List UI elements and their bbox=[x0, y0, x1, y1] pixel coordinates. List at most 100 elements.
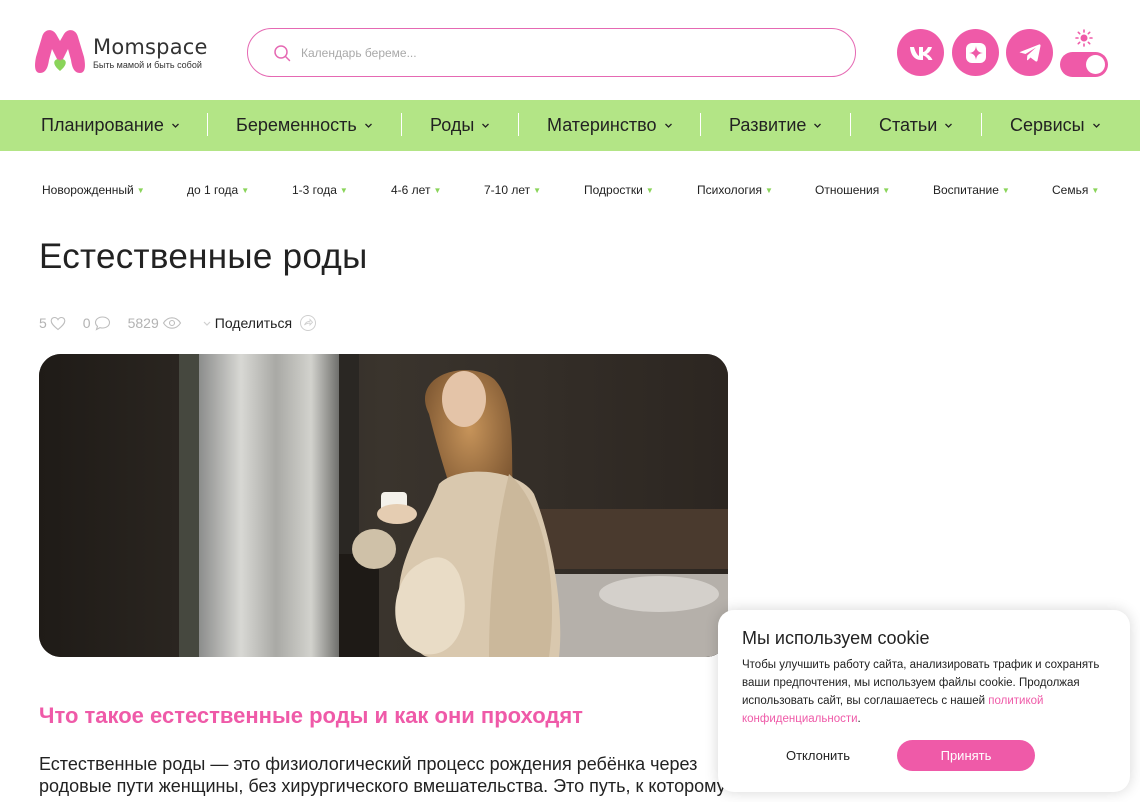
subnav-item-label: Подростки bbox=[584, 183, 643, 197]
comments-counter[interactable]: 0 bbox=[83, 315, 111, 331]
share-label: Поделиться bbox=[214, 315, 293, 331]
logo[interactable]: Momspace Быть мамой и быть собой bbox=[34, 27, 208, 77]
nav-item-planning[interactable]: Планирование bbox=[41, 100, 180, 151]
chevron-down-icon: ▼ bbox=[1001, 185, 1010, 195]
subnav-item-family[interactable]: Семья ▼ bbox=[1052, 183, 1099, 197]
logo-mark-icon bbox=[35, 30, 85, 73]
subnav-item-label: 4-6 лет bbox=[391, 183, 431, 197]
comment-icon bbox=[94, 316, 110, 331]
nav-divider bbox=[850, 113, 851, 136]
chevron-down-icon: ▼ bbox=[533, 185, 542, 195]
subnav-item-1-3-years[interactable]: 1-3 года ▼ bbox=[292, 183, 348, 197]
nav-item-label: Статьи bbox=[879, 115, 938, 135]
chevron-down-icon bbox=[171, 123, 179, 128]
nav-item-articles[interactable]: Статьи bbox=[879, 100, 953, 151]
theme-toggle-knob bbox=[1086, 55, 1105, 74]
vk-icon bbox=[909, 46, 932, 60]
comments-count: 0 bbox=[82, 315, 91, 331]
article-subtitle: Что такое естественные роды и как они пр… bbox=[39, 703, 583, 728]
accept-button[interactable]: Принять bbox=[897, 740, 1035, 771]
vk-button[interactable] bbox=[897, 29, 944, 76]
search-input[interactable] bbox=[301, 45, 801, 60]
subnav-item-label: Психология bbox=[697, 183, 762, 197]
chevron-down-icon: ▼ bbox=[882, 185, 891, 195]
nav-item-motherhood[interactable]: Материнство bbox=[547, 100, 673, 151]
nav-item-label: Материнство bbox=[547, 115, 657, 135]
cookie-title: Мы используем cookie bbox=[742, 628, 930, 648]
share-icon bbox=[300, 315, 317, 331]
nav-item-label: Развитие bbox=[729, 115, 807, 135]
decline-button[interactable]: Отклонить bbox=[758, 740, 878, 770]
subnav-item-label: Воспитание bbox=[933, 183, 999, 197]
chevron-down-icon: ▼ bbox=[339, 185, 348, 195]
nav-item-birth[interactable]: Роды bbox=[430, 100, 490, 151]
chevron-down-icon bbox=[945, 123, 953, 128]
chevron-down-icon bbox=[664, 123, 672, 128]
article-body: Естественные роды — это физиологический … bbox=[39, 754, 726, 796]
cookie-text-end: . bbox=[857, 713, 861, 725]
views-count: 5829 bbox=[127, 315, 159, 331]
eye-icon bbox=[162, 317, 181, 329]
chevron-down-icon: ▼ bbox=[1091, 185, 1100, 195]
nav-divider bbox=[207, 113, 208, 136]
telegram-icon bbox=[1019, 43, 1041, 62]
brand-name: Momspace bbox=[93, 34, 208, 59]
chevron-down-icon: ▼ bbox=[241, 185, 250, 195]
nav-item-label: Беременность bbox=[236, 115, 357, 135]
max-icon bbox=[965, 42, 986, 63]
search-box[interactable] bbox=[247, 28, 856, 77]
likes-counter[interactable]: 5 bbox=[39, 315, 66, 331]
subnav-item-label: 1-3 года bbox=[292, 183, 337, 197]
main-nav: Планирование Беременность Роды Материнст… bbox=[0, 100, 1140, 151]
subnav-item-relationships[interactable]: Отношения ▼ bbox=[815, 183, 890, 197]
chevron-down-icon bbox=[1092, 123, 1100, 128]
nav-item-services[interactable]: Сервисы bbox=[1010, 100, 1101, 151]
cookie-banner: Мы используем cookie Чтобы улучшить рабо… bbox=[718, 610, 1130, 792]
chevron-down-icon: ▼ bbox=[433, 185, 442, 195]
subnav-item-label: Новорожденный bbox=[42, 183, 134, 197]
subnav-item-label: Семья bbox=[1052, 183, 1089, 197]
subnav-item-label: до 1 года bbox=[187, 183, 239, 197]
likes-count: 5 bbox=[39, 315, 47, 331]
max-button[interactable] bbox=[952, 29, 999, 76]
subnav-item-psychology[interactable]: Психология ▼ bbox=[697, 183, 773, 197]
theme-toggle[interactable] bbox=[1060, 52, 1108, 77]
subnav-item-upbringing[interactable]: Воспитание ▼ bbox=[933, 183, 1010, 197]
nav-item-label: Сервисы bbox=[1010, 115, 1085, 135]
subnav-item-to-1-year[interactable]: до 1 года ▼ bbox=[187, 183, 249, 197]
subnav-item-4-6-years[interactable]: 4-6 лет ▼ bbox=[391, 183, 441, 197]
nav-item-pregnancy[interactable]: Беременность bbox=[236, 100, 373, 151]
cookie-text-body: Чтобы улучшить работу сайта, анализирова… bbox=[742, 659, 1100, 707]
chevron-down-icon bbox=[203, 321, 211, 326]
search-icon bbox=[274, 44, 291, 61]
nav-divider bbox=[981, 113, 982, 136]
chevron-down-icon: ▼ bbox=[136, 185, 145, 195]
nav-item-label: Роды bbox=[430, 115, 475, 135]
subnav-item-label: 7-10 лет bbox=[484, 183, 531, 197]
chevron-down-icon: ▼ bbox=[645, 185, 654, 195]
subnav-item-teens[interactable]: Подростки ▼ bbox=[584, 183, 654, 197]
share-button[interactable]: Поделиться bbox=[202, 314, 317, 332]
heart-icon bbox=[50, 316, 66, 330]
pregnant-woman-photo bbox=[39, 354, 728, 657]
subnav-item-7-10-years[interactable]: 7-10 лет ▼ bbox=[484, 183, 541, 197]
nav-divider bbox=[518, 113, 519, 136]
page-title: Естественные роды bbox=[39, 237, 368, 276]
chevron-down-icon bbox=[482, 123, 490, 128]
brand-tagline: Быть мамой и быть собой bbox=[93, 59, 202, 70]
nav-divider bbox=[401, 113, 402, 136]
chevron-down-icon bbox=[364, 123, 372, 128]
subnav-item-label: Отношения bbox=[815, 183, 880, 197]
nav-divider bbox=[700, 113, 701, 136]
cookie-text: Чтобы улучшить работу сайта, анализирова… bbox=[742, 656, 1106, 728]
views-counter: 5829 bbox=[128, 315, 182, 331]
article-meta: 5 0 5829 Поделиться bbox=[39, 312, 317, 334]
chevron-down-icon: ▼ bbox=[765, 185, 773, 195]
nav-item-label: Планирование bbox=[41, 115, 164, 135]
subnav-item-newborn[interactable]: Новорожденный ▼ bbox=[42, 183, 145, 197]
site-header: Momspace Быть мамой и быть собой bbox=[0, 0, 1140, 100]
nav-item-development[interactable]: Развитие bbox=[729, 100, 822, 151]
chevron-down-icon bbox=[814, 123, 822, 128]
sun-icon bbox=[1075, 29, 1093, 47]
telegram-button[interactable] bbox=[1006, 29, 1053, 76]
